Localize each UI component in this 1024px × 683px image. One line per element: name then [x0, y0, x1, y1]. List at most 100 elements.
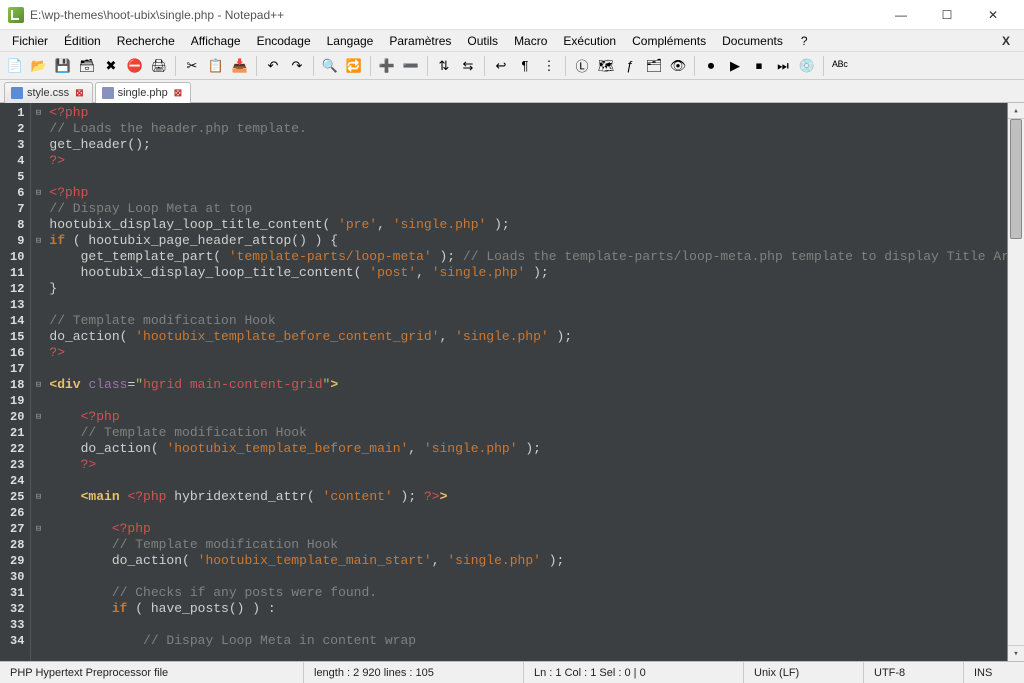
code-line[interactable]: if ( have_posts() ) : [49, 601, 1007, 617]
code-line[interactable]: ?> [49, 345, 1007, 361]
new-file-icon[interactable]: 📄 [4, 55, 26, 77]
fold-toggle-icon[interactable] [31, 521, 45, 537]
fold-column[interactable] [31, 103, 45, 661]
code-line[interactable]: do_action( 'hootubix_template_before_con… [49, 329, 1007, 345]
menubar-close-x[interactable]: X [992, 34, 1020, 48]
code-line[interactable]: <?php [49, 409, 1007, 425]
fold-toggle-icon[interactable] [31, 185, 45, 201]
menu-langage[interactable]: Langage [319, 31, 382, 51]
scroll-down-arrow-icon[interactable]: ▾ [1008, 645, 1024, 661]
redo-icon[interactable]: ↷ [286, 55, 308, 77]
print-icon[interactable]: 🖨 [148, 55, 170, 77]
code-line[interactable]: hootubix_display_loop_title_content( 'po… [49, 265, 1007, 281]
code-line[interactable]: // Template modification Hook [49, 537, 1007, 553]
menu-complements[interactable]: Compléments [624, 31, 714, 51]
fold-toggle-icon[interactable] [31, 233, 45, 249]
minimize-button[interactable]: — [878, 0, 924, 30]
folder-tree-icon[interactable]: 🗂 [643, 55, 665, 77]
code-line[interactable]: // Loads the header.php template. [49, 121, 1007, 137]
play-icon[interactable]: ▶ [724, 55, 746, 77]
maximize-button[interactable]: ☐ [924, 0, 970, 30]
code-line[interactable]: // Template modification Hook [49, 425, 1007, 441]
all-chars-icon[interactable]: ¶ [514, 55, 536, 77]
open-file-icon[interactable]: 📂 [28, 55, 50, 77]
code-line[interactable]: <?php [49, 185, 1007, 201]
fold-toggle-icon[interactable] [31, 105, 45, 121]
sync-h-icon[interactable]: ⇆ [457, 55, 479, 77]
fold-toggle-icon[interactable] [31, 489, 45, 505]
paste-icon[interactable]: 📥 [229, 55, 251, 77]
fold-toggle-icon[interactable] [31, 409, 45, 425]
code-line[interactable] [49, 473, 1007, 489]
code-line[interactable]: <main <?php hybridextend_attr( 'content'… [49, 489, 1007, 505]
tab-style-css[interactable]: style.css⊠ [4, 82, 93, 103]
code-line[interactable]: <div class="hgrid main-content-grid"> [49, 377, 1007, 393]
save-all-icon[interactable]: 🗃 [76, 55, 98, 77]
sync-v-icon[interactable]: ⇅ [433, 55, 455, 77]
code-line[interactable] [49, 505, 1007, 521]
code-line[interactable]: get_template_part( 'template-parts/loop-… [49, 249, 1007, 265]
close-all-icon[interactable]: ⛔ [124, 55, 146, 77]
code-line[interactable] [49, 569, 1007, 585]
wrap-icon[interactable]: ↩ [490, 55, 512, 77]
tab-close-icon[interactable]: ⊠ [174, 88, 182, 99]
code-line[interactable]: ?> [49, 153, 1007, 169]
menu-parametres[interactable]: Paramètres [381, 31, 459, 51]
scrollbar-thumb[interactable] [1010, 119, 1022, 239]
indent-guide-icon[interactable]: ⋮ [538, 55, 560, 77]
code-line[interactable]: do_action( 'hootubix_template_main_start… [49, 553, 1007, 569]
code-line[interactable]: // Dispay Loop Meta at top [49, 201, 1007, 217]
find-icon[interactable]: 🔍 [319, 55, 341, 77]
code-line[interactable] [49, 169, 1007, 185]
code-editor[interactable]: 1234567891011121314151617181920212223242… [0, 103, 1024, 661]
spellcheck-icon[interactable]: ᴬᴮᶜ [829, 55, 851, 77]
code-line[interactable]: if ( hootubix_page_header_attop() ) { [49, 233, 1007, 249]
status-encoding[interactable]: UTF-8 [864, 662, 964, 683]
status-insert-mode[interactable]: INS [964, 662, 1024, 683]
cut-icon[interactable]: ✂ [181, 55, 203, 77]
menu-macro[interactable]: Macro [506, 31, 555, 51]
code-line[interactable] [49, 393, 1007, 409]
code-line[interactable]: <?php [49, 105, 1007, 121]
menu-recherche[interactable]: Recherche [109, 31, 183, 51]
vertical-scrollbar[interactable]: ▴ ▾ [1007, 103, 1024, 661]
fold-toggle-icon[interactable] [31, 377, 45, 393]
doc-map-icon[interactable]: 🗺 [595, 55, 617, 77]
tab-single-php[interactable]: single.php⊠ [95, 82, 192, 103]
menu-execution[interactable]: Exécution [555, 31, 624, 51]
zoom-out-icon[interactable]: ➖ [400, 55, 422, 77]
replace-icon[interactable]: 🔁 [343, 55, 365, 77]
menu-encodage[interactable]: Encodage [249, 31, 319, 51]
play-multi-icon[interactable]: ⏭ [772, 55, 794, 77]
undo-icon[interactable]: ↶ [262, 55, 284, 77]
status-eol[interactable]: Unix (LF) [744, 662, 864, 683]
record-icon[interactable]: ⏺ [700, 55, 722, 77]
code-line[interactable]: // Dispay Loop Meta in content wrap [49, 633, 1007, 649]
save-icon[interactable]: 💾 [52, 55, 74, 77]
code-line[interactable]: hootubix_display_loop_title_content( 'pr… [49, 217, 1007, 233]
stop-icon[interactable]: ⏹ [748, 55, 770, 77]
close-icon[interactable]: ✖ [100, 55, 122, 77]
code-line[interactable]: get_header(); [49, 137, 1007, 153]
menu-affichage[interactable]: Affichage [183, 31, 249, 51]
code-line[interactable]: do_action( 'hootubix_template_before_mai… [49, 441, 1007, 457]
copy-icon[interactable]: 📋 [205, 55, 227, 77]
scroll-up-arrow-icon[interactable]: ▴ [1008, 103, 1024, 119]
code-line[interactable] [49, 361, 1007, 377]
zoom-in-icon[interactable]: ➕ [376, 55, 398, 77]
code-line[interactable]: <?php [49, 521, 1007, 537]
lang-icon[interactable]: Ⓛ [571, 55, 593, 77]
tab-close-icon[interactable]: ⊠ [75, 88, 83, 99]
monitor-icon[interactable]: 👁 [667, 55, 689, 77]
func-list-icon[interactable]: ƒ [619, 55, 641, 77]
save-macro-icon[interactable]: 💿 [796, 55, 818, 77]
code-line[interactable]: // Checks if any posts were found. [49, 585, 1007, 601]
code-line[interactable]: } [49, 281, 1007, 297]
close-window-button[interactable]: ✕ [970, 0, 1016, 30]
code-line[interactable]: // Template modification Hook [49, 313, 1007, 329]
menu-outils[interactable]: Outils [459, 31, 506, 51]
menu-documents[interactable]: Documents [714, 31, 791, 51]
code-line[interactable] [49, 617, 1007, 633]
code-line[interactable]: ?> [49, 457, 1007, 473]
menu-fichier[interactable]: Fichier [4, 31, 56, 51]
